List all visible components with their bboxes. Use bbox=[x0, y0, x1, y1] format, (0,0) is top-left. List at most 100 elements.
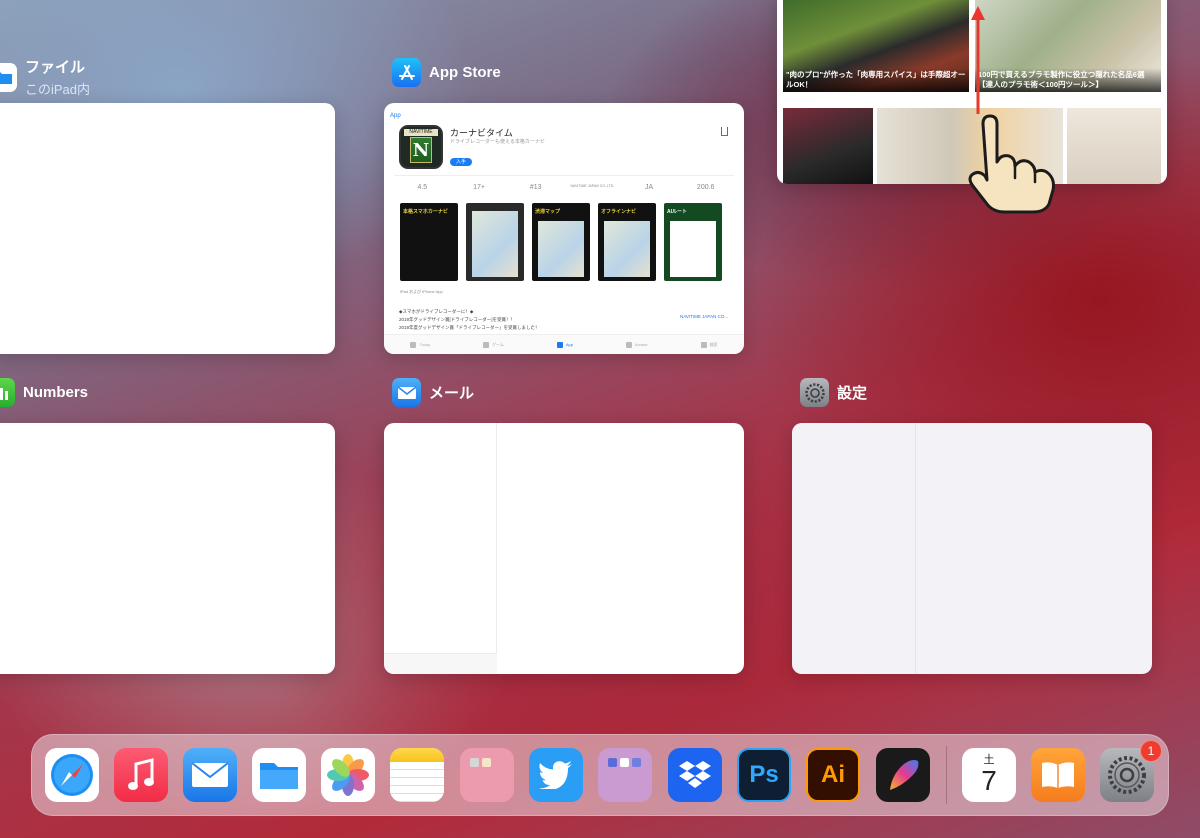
notes-lines bbox=[390, 762, 444, 802]
app-card-settings[interactable] bbox=[792, 423, 1152, 674]
mail-app-icon bbox=[392, 378, 421, 407]
screenshot[interactable]: 本格スマホカーナビ bbox=[400, 203, 458, 281]
notes-icon[interactable] bbox=[390, 748, 444, 802]
device-label[interactable]: iPad および iPhone App bbox=[400, 289, 443, 295]
tab-arcade[interactable]: Arcade bbox=[625, 341, 648, 348]
stat-value: 4.5 bbox=[417, 184, 428, 191]
get-button[interactable]: 入手 bbox=[450, 158, 472, 166]
description-line: 2019年グッドデザイン賞[ドライブレコーダー]を受賞！！ bbox=[399, 317, 516, 322]
stat-value: 200.6 bbox=[696, 184, 715, 191]
app-label-files: ファイル このiPad内 bbox=[0, 56, 90, 98]
photoshop-logo: Ps bbox=[749, 761, 779, 788]
folder-app-icon bbox=[620, 758, 629, 767]
app-label-mail: メール bbox=[392, 378, 474, 407]
icon-banner: NAVITIME bbox=[404, 129, 438, 136]
photoshop-icon[interactable]: Ps bbox=[737, 748, 791, 802]
developer-link[interactable]: NAVITIME JAPAN CO... bbox=[680, 314, 728, 319]
article-thumbnail[interactable]: "肉のプロ"が作った「肉専用スパイス」は手際超オールOK！ bbox=[783, 0, 969, 92]
search-icon bbox=[700, 341, 707, 348]
description-line: 2019年度グッドデザイン賞「ドライブレコーダー」を受賞しました！ bbox=[399, 325, 540, 330]
folder-app-icon bbox=[632, 758, 641, 767]
app-label-appstore: App Store bbox=[392, 58, 501, 87]
hand-pointer-icon bbox=[968, 114, 1055, 214]
screenshot[interactable]: オフラインナビ bbox=[598, 203, 656, 281]
back-link[interactable]: App bbox=[390, 113, 401, 119]
app-folder-pink[interactable] bbox=[460, 748, 514, 802]
dock-separator bbox=[946, 746, 947, 804]
arcade-icon bbox=[625, 341, 632, 348]
mail-icon[interactable] bbox=[183, 748, 237, 802]
app-title-numbers: Numbers bbox=[23, 384, 89, 401]
tab-search[interactable]: 検索 bbox=[700, 341, 718, 348]
screenshot-caption: AIルート bbox=[667, 209, 688, 215]
swipe-up-arrow bbox=[971, 6, 985, 114]
tab-today[interactable]: Today bbox=[410, 341, 431, 348]
music-icon[interactable] bbox=[114, 748, 168, 802]
illustrator-icon[interactable]: Ai bbox=[806, 748, 860, 802]
app-card-files[interactable] bbox=[0, 103, 335, 354]
photos-icon[interactable] bbox=[321, 748, 375, 802]
stat-item: 4.5 bbox=[394, 176, 451, 201]
app-card-appstore[interactable]: App NAVITIME N カーナビタイム ドライブレコーダーも使える本格カー… bbox=[384, 103, 744, 354]
calendar-icon[interactable]: 土 7 bbox=[962, 748, 1016, 802]
tab-apps[interactable]: App bbox=[556, 341, 573, 348]
screenshot-caption: 渋滞マップ bbox=[535, 209, 561, 215]
folder-app-icon bbox=[482, 758, 491, 767]
twitter-icon[interactable] bbox=[529, 748, 583, 802]
screenshot-caption: 本格スマホカーナビ bbox=[403, 209, 448, 215]
dock: Ps Ai 土 7 1 bbox=[31, 734, 1169, 816]
appstore-tab-bar: Today ゲーム App Arcade 検索 bbox=[384, 334, 744, 354]
screenshot[interactable] bbox=[466, 203, 524, 281]
tab-label: Arcade bbox=[634, 342, 648, 347]
files-icon[interactable] bbox=[252, 748, 306, 802]
description: ◆スマホがドライブレコーダーに！◆ 2019年グッドデザイン賞[ドライブレコーダ… bbox=[399, 308, 540, 332]
tab-games[interactable]: ゲーム bbox=[483, 341, 504, 348]
stat-value: 17+ bbox=[473, 184, 485, 191]
screenshot[interactable]: 渋滞マップ bbox=[532, 203, 590, 281]
article-caption: "肉のプロ"が作った「肉専用スパイス」は手際超オールOK！ bbox=[783, 68, 969, 92]
mail-toolbar bbox=[384, 653, 497, 674]
stat-item: 17+ bbox=[451, 176, 508, 201]
app-folder-lilac[interactable] bbox=[598, 748, 652, 802]
illustrator-logo: Ai bbox=[821, 761, 845, 788]
app-card-numbers[interactable] bbox=[0, 423, 335, 674]
article-thumbnail[interactable] bbox=[783, 108, 873, 184]
safari-icon[interactable] bbox=[45, 748, 99, 802]
screenshot[interactable]: AIルート bbox=[664, 203, 722, 281]
books-icon[interactable] bbox=[1031, 748, 1085, 802]
share-icon[interactable] bbox=[721, 127, 728, 136]
stat-item: JA bbox=[621, 176, 678, 201]
tab-label: ゲーム bbox=[492, 341, 504, 347]
rocket-icon bbox=[483, 341, 490, 348]
stat-item: 200.6 bbox=[677, 176, 734, 201]
stat-item: #13 bbox=[507, 176, 564, 201]
navitime-n-icon: N bbox=[410, 137, 432, 163]
app-card-mail[interactable] bbox=[384, 423, 744, 674]
app-subtitle: ドライブレコーダーも使える本格カーナビ bbox=[450, 139, 545, 145]
notification-badge: 1 bbox=[1140, 740, 1162, 762]
notes-header bbox=[390, 748, 444, 762]
stat-value: NAVITIME JAPAN CO.,LTD. bbox=[570, 184, 615, 188]
article-caption: 100円で買えるプラモ製作に役立つ隠れた名品6選【達人のプラモ術＜100円ツール… bbox=[975, 68, 1161, 92]
today-icon bbox=[410, 341, 417, 348]
app-title-appstore: App Store bbox=[429, 64, 501, 81]
appstore-app-icon bbox=[392, 58, 421, 87]
files-app-icon bbox=[0, 62, 17, 92]
mail-sidebar bbox=[384, 423, 497, 674]
article-thumbnail[interactable]: 100円で買えるプラモ製作に役立つ隠れた名品6選【達人のプラモ術＜100円ツール… bbox=[975, 0, 1161, 92]
dropbox-icon[interactable] bbox=[668, 748, 722, 802]
tab-label: 検索 bbox=[709, 341, 718, 347]
stat-item: NAVITIME JAPAN CO.,LTD. bbox=[564, 176, 621, 201]
screenshot-caption: オフラインナビ bbox=[601, 209, 637, 215]
settings-dock-icon[interactable]: 1 bbox=[1100, 740, 1162, 802]
procreate-icon[interactable] bbox=[876, 748, 930, 802]
folder-app-icon bbox=[608, 758, 617, 767]
article-thumbnail[interactable] bbox=[1067, 108, 1161, 184]
tab-label: Today bbox=[419, 342, 431, 347]
stat-value: #13 bbox=[529, 184, 542, 191]
layers-icon bbox=[556, 341, 563, 348]
screenshot-gallery[interactable]: 本格スマホカーナビ 渋滞マップ オフラインナビ AIルート bbox=[400, 203, 722, 281]
calendar-day: 7 bbox=[981, 765, 997, 796]
stat-value: JA bbox=[644, 184, 654, 191]
app-title-mail: メール bbox=[429, 385, 475, 402]
